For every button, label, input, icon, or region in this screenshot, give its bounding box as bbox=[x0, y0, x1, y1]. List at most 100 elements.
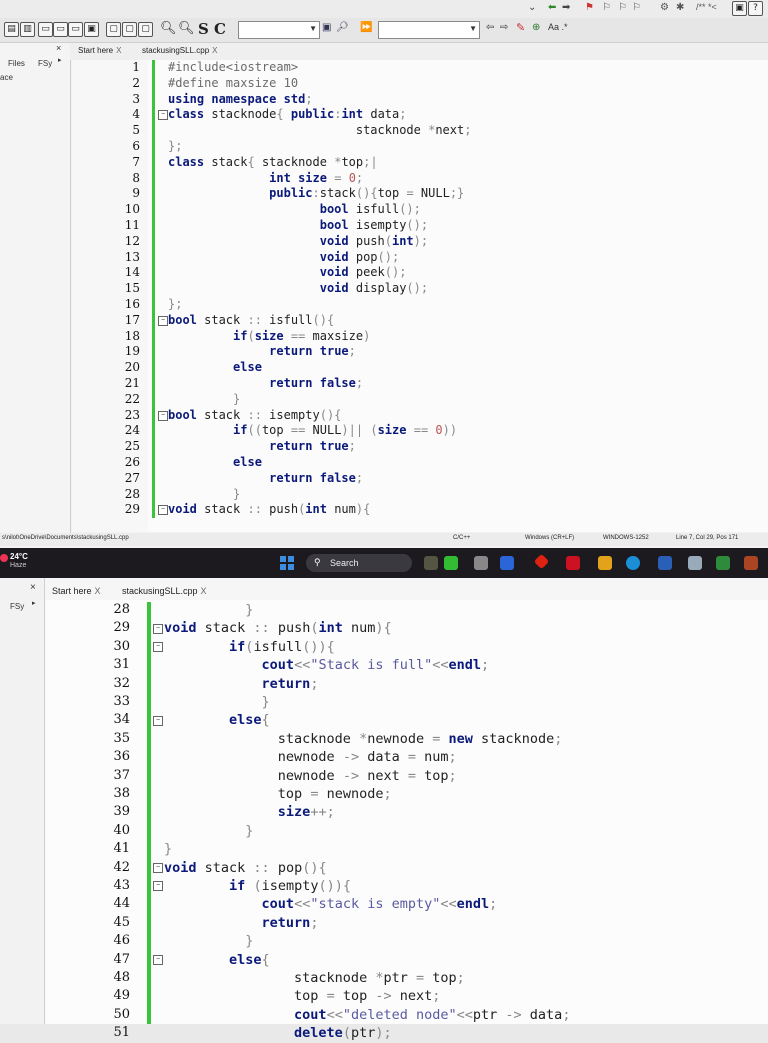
view-panel-icon[interactable]: ▭ bbox=[68, 22, 83, 37]
code-line[interactable]: bool isfull(); bbox=[168, 202, 421, 218]
nav-back-icon[interactable]: ⇦ bbox=[486, 22, 494, 33]
code-line[interactable]: newnode -> data = num; bbox=[164, 748, 457, 766]
help-icon[interactable]: ? bbox=[748, 1, 763, 16]
chevron-down-icon[interactable]: ⌄ bbox=[528, 2, 536, 13]
code-line[interactable]: stacknode *next; bbox=[168, 123, 472, 139]
store-icon[interactable] bbox=[658, 556, 672, 570]
code-line[interactable]: class stack{ stacknode *top;| bbox=[168, 155, 378, 171]
code-line[interactable]: public:stack(){top = NULL;} bbox=[168, 186, 464, 202]
file-explorer-icon[interactable] bbox=[474, 556, 488, 570]
code-line[interactable]: top = newnode; bbox=[164, 785, 392, 803]
fullscreen-icon[interactable]: ▣ bbox=[84, 22, 99, 37]
code-line[interactable]: }; bbox=[168, 139, 182, 155]
box-select-2-icon[interactable]: ▢ bbox=[122, 22, 137, 37]
arrow-left-icon[interactable]: ⬅ bbox=[548, 2, 556, 13]
widget-icon[interactable] bbox=[424, 556, 438, 570]
edge-icon[interactable] bbox=[626, 556, 640, 570]
chevron-down-icon[interactable]: ▼ bbox=[309, 24, 317, 33]
code-line[interactable]: return false; bbox=[168, 376, 363, 392]
code-line[interactable]: return true; bbox=[168, 344, 356, 360]
fold-toggle-icon[interactable]: − bbox=[153, 642, 163, 652]
code-line[interactable]: } bbox=[168, 487, 240, 503]
code-line[interactable]: return; bbox=[164, 675, 319, 693]
code-line[interactable]: cout<<"Stack is full"<<endl; bbox=[164, 656, 490, 674]
zoom-in-icon[interactable]: 🔍︎ bbox=[160, 20, 177, 36]
files-tab[interactable]: Files bbox=[8, 59, 25, 68]
breakpoint-icon[interactable]: ✱ bbox=[676, 2, 684, 13]
code-line[interactable]: if(size == maxsize) bbox=[168, 329, 370, 345]
code-line[interactable]: cout<<"deleted node"<<ptr -> data; bbox=[164, 1006, 570, 1024]
code-line[interactable]: else bbox=[168, 360, 262, 376]
code-line[interactable]: using namespace std; bbox=[168, 92, 313, 108]
code-line[interactable]: }; bbox=[168, 297, 182, 313]
code-line[interactable]: else bbox=[168, 455, 262, 471]
code-line[interactable]: delete(ptr); bbox=[164, 1024, 392, 1042]
comment-icon[interactable]: /** *< bbox=[696, 2, 717, 12]
tab-stackusingsll[interactable]: stackusingSLL.cpp X bbox=[122, 586, 207, 596]
code-line[interactable]: } bbox=[164, 932, 253, 950]
box-select-3-icon[interactable]: ▢ bbox=[138, 22, 153, 37]
code-line[interactable]: void stack :: push(int num){ bbox=[164, 619, 392, 637]
code-line[interactable]: return true; bbox=[168, 439, 356, 455]
code-line[interactable]: stacknode *ptr = top; bbox=[164, 969, 465, 987]
regex-icon[interactable]: Aa .* bbox=[548, 22, 568, 32]
bookmark-next-icon[interactable]: ⚐ bbox=[602, 2, 611, 13]
fold-toggle-icon[interactable]: − bbox=[158, 505, 168, 516]
code-line[interactable]: if(isfull()){ bbox=[164, 638, 335, 656]
tab-menu-icon[interactable]: ▸ bbox=[58, 56, 62, 64]
arrow-right-icon[interactable]: ➡ bbox=[562, 2, 570, 13]
code-line[interactable]: else{ bbox=[164, 951, 270, 969]
code-line[interactable]: if((top == NULL)|| (size == 0)) bbox=[168, 423, 457, 439]
task-view-icon[interactable] bbox=[444, 556, 458, 570]
match-icon[interactable]: ⊕ bbox=[532, 22, 540, 33]
find-files-icon[interactable]: 🔎︎ bbox=[336, 22, 349, 33]
code-line[interactable]: } bbox=[164, 840, 172, 858]
weather-icon[interactable] bbox=[0, 554, 8, 562]
find-icon[interactable]: ▣ bbox=[322, 22, 331, 33]
fold-toggle-icon[interactable]: − bbox=[158, 315, 168, 326]
code-line[interactable]: } bbox=[164, 693, 270, 711]
code-line[interactable]: void pop(); bbox=[168, 250, 400, 266]
bookmark-clear-icon[interactable]: ⚐ bbox=[632, 2, 641, 13]
zoom-out-icon[interactable]: 🔍︎ bbox=[178, 20, 195, 36]
fsy-tab[interactable]: FSy bbox=[38, 59, 52, 68]
bookmark-prev-icon[interactable]: ⚐ bbox=[618, 2, 627, 13]
windows-start-icon[interactable] bbox=[280, 556, 294, 570]
jump-icon[interactable]: ⏩ bbox=[360, 22, 372, 33]
code-line[interactable]: bool stack :: isfull(){ bbox=[168, 313, 334, 329]
bookmark-icon[interactable]: ⚑ bbox=[585, 2, 594, 13]
close-icon[interactable]: X bbox=[212, 46, 217, 55]
tab-start-here[interactable]: Start here X bbox=[78, 46, 121, 55]
code-line[interactable]: } bbox=[164, 822, 253, 840]
jump-combo[interactable]: ▼ bbox=[378, 21, 480, 39]
fold-toggle-icon[interactable]: − bbox=[153, 623, 163, 634]
code-line[interactable]: stacknode *newnode = new stacknode; bbox=[164, 730, 563, 748]
code-line[interactable]: size++; bbox=[164, 803, 335, 821]
code-line[interactable]: #define maxsize 10 bbox=[168, 76, 298, 92]
close-icon[interactable]: X bbox=[201, 586, 207, 596]
fold-toggle-icon[interactable]: − bbox=[153, 954, 163, 965]
view-split-icon[interactable]: ▭ bbox=[53, 22, 68, 37]
nav-forward-icon[interactable]: ⇨ bbox=[500, 22, 508, 33]
mcafee-icon[interactable] bbox=[566, 556, 580, 570]
fold-toggle-icon[interactable]: − bbox=[158, 410, 168, 421]
fold-toggle-icon[interactable]: − bbox=[153, 862, 163, 873]
window-icon[interactable]: ▣ bbox=[732, 1, 747, 16]
fold-toggle-icon[interactable]: − bbox=[153, 881, 163, 892]
panel-tab-cut[interactable]: ace bbox=[0, 73, 13, 82]
code-line[interactable]: } bbox=[168, 392, 240, 408]
tab-stackusingsll[interactable]: stackusingSLL.cpp X bbox=[142, 46, 218, 55]
box-select-icon[interactable]: ▢ bbox=[106, 22, 121, 37]
code-line[interactable]: bool isempty(); bbox=[168, 218, 428, 234]
weather-temperature[interactable]: 24°C bbox=[10, 552, 28, 561]
code-line[interactable]: cout<<"stack is empty"<<endl; bbox=[164, 895, 498, 913]
presentation-app-icon[interactable] bbox=[744, 556, 758, 570]
open-file-icon[interactable]: ▥ bbox=[20, 22, 35, 37]
code-line[interactable]: return false; bbox=[168, 471, 363, 487]
spreadsheet-app-icon[interactable] bbox=[716, 556, 730, 570]
new-file-icon[interactable]: ▤ bbox=[4, 22, 19, 37]
code-line[interactable]: void stack :: pop(){ bbox=[164, 859, 327, 877]
code-line[interactable]: void peek(); bbox=[168, 265, 407, 281]
close-icon[interactable]: × bbox=[56, 43, 61, 53]
highlight-icon[interactable]: ✎ bbox=[516, 21, 525, 34]
